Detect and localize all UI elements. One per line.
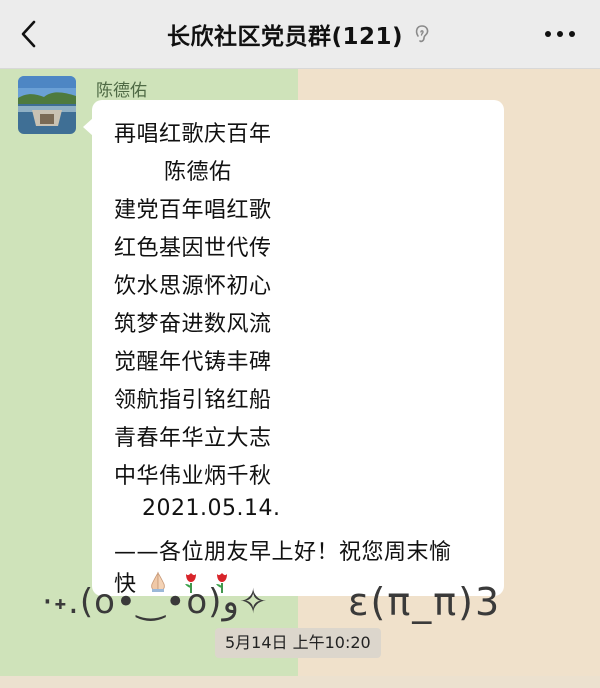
poem-line: 红色基因世代传 — [114, 236, 272, 261]
ear-mute-icon — [415, 25, 429, 43]
more-button[interactable] — [542, 22, 578, 46]
poem-date: 2021.05.14. — [142, 496, 281, 521]
poem-line: 建党百年唱红歌 — [114, 198, 272, 223]
title-area: 长欣社区党员群(121) — [167, 17, 433, 51]
avatar-landscape-image — [18, 76, 76, 134]
poem-line: 中华伟业炳千秋 — [114, 464, 272, 489]
poem-line: 觉醒年代铸丰碑 — [114, 350, 272, 375]
message-timestamp: 5月14日 上午10:20 — [215, 628, 381, 658]
poem-author: 陈德佑 — [164, 160, 232, 185]
chat-header: 长欣社区党员群(121) — [0, 0, 600, 69]
message-bubble[interactable]: 再唱红歌庆百年 陈德佑 建党百年唱红歌 红色基因世代传 饮水思源怀初心 筑梦奋进… — [83, 100, 504, 597]
page-title: 长欣社区党员群(121) — [166, 24, 404, 50]
sender-name: 陈德佑 — [96, 81, 147, 101]
poem-line: 领航指引铭红船 — [114, 388, 272, 413]
bubble-tail — [83, 118, 93, 136]
poem-title: 再唱红歌庆百年 — [114, 122, 272, 147]
poem-line: 青春年华立大志 — [114, 426, 272, 451]
poem-line: 筑梦奋进数风流 — [114, 312, 272, 337]
chevron-left-icon — [21, 20, 36, 48]
wallpaper-kaomoji-right: ε(π_π)3 — [348, 580, 502, 624]
sender-avatar[interactable] — [18, 76, 76, 134]
greeting-line: ——各位朋友早上好！祝您周末愉 — [114, 540, 452, 565]
wallpaper-kaomoji-left: ·˖.(o•‿•o)و✧ — [42, 582, 268, 622]
poem-line: 饮水思源怀初心 — [114, 274, 272, 299]
input-bar-edge — [0, 676, 600, 688]
more-dots-icon — [545, 31, 575, 37]
back-button[interactable] — [14, 18, 46, 50]
